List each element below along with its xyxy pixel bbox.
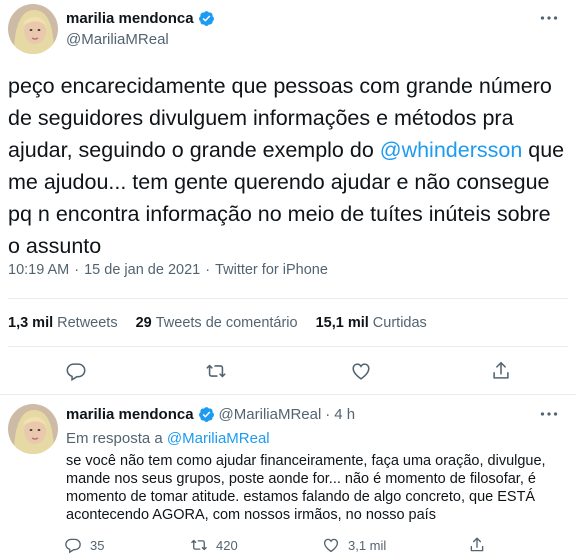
like-button[interactable] bbox=[350, 360, 372, 382]
main-tweet: marilia mendonca @MariliaMReal peço enca… bbox=[0, 0, 576, 392]
reply-avatar[interactable] bbox=[8, 404, 58, 454]
tweet-source[interactable]: Twitter for iPhone bbox=[215, 262, 328, 278]
reply-button[interactable] bbox=[65, 360, 87, 382]
tweet-stats: 1,3 mil Retweets 29 Tweets de comentário 1… bbox=[8, 315, 427, 331]
retweet-icon bbox=[206, 364, 226, 378]
divider bbox=[8, 298, 568, 299]
display-name[interactable]: marilia mendonca bbox=[66, 10, 194, 27]
stat-quote-tweets[interactable]: 29 Tweets de comentário bbox=[136, 315, 298, 331]
reply-actions: 35 420 3,1 mil bbox=[0, 536, 576, 558]
verified-badge-icon bbox=[198, 11, 214, 26]
stat-retweets-label: Retweets bbox=[57, 315, 118, 331]
reply-icon bbox=[66, 363, 86, 382]
avatar[interactable] bbox=[8, 4, 58, 54]
stat-quote-tweets-label: Tweets de comentário bbox=[155, 315, 298, 331]
reply-context: Em resposta a @MariliaMReal bbox=[66, 430, 270, 447]
stat-retweets-count: 1,3 mil bbox=[8, 315, 54, 331]
avatar-image bbox=[8, 4, 58, 54]
stat-retweets[interactable]: 1,3 mil Retweets bbox=[8, 315, 118, 331]
reply-display-name[interactable]: marilia mendonca bbox=[66, 406, 194, 423]
share-button[interactable] bbox=[490, 360, 512, 382]
more-options-button[interactable] bbox=[538, 404, 560, 424]
meta-separator: · bbox=[205, 262, 211, 278]
tweet-time[interactable]: 10:19 AM bbox=[8, 262, 69, 278]
reply-to-prefix: Em resposta a bbox=[66, 430, 167, 447]
more-options-icon bbox=[540, 412, 558, 416]
reply-retweet-button[interactable]: 420 bbox=[190, 536, 238, 554]
retweet-count: 420 bbox=[216, 537, 238, 553]
tweet-text: peço encarecidamente que pessoas com gra… bbox=[8, 70, 568, 262]
reply-age[interactable]: 4 h bbox=[334, 406, 355, 423]
reply-to-handle[interactable]: @MariliaMReal bbox=[167, 430, 270, 447]
reply-text: se você não tem como ajudar financeirame… bbox=[66, 453, 546, 523]
more-options-icon bbox=[540, 16, 558, 20]
reply-reply-button[interactable]: 35 bbox=[64, 536, 104, 554]
tweet-date[interactable]: 15 de jan de 2021 bbox=[84, 262, 200, 278]
more-options-button[interactable] bbox=[538, 8, 560, 28]
tweet-meta: 10:19 AM · 15 de jan de 2021 · Twitter f… bbox=[8, 262, 328, 278]
divider bbox=[8, 346, 568, 347]
avatar-image bbox=[8, 404, 58, 454]
meta-separator: · bbox=[74, 262, 80, 278]
stat-likes-label: Curtidas bbox=[372, 315, 427, 331]
heart-icon bbox=[323, 538, 339, 553]
stat-quote-tweets-count: 29 bbox=[135, 315, 152, 331]
retweet-button[interactable] bbox=[205, 360, 227, 382]
reply-separator: · bbox=[325, 406, 331, 423]
divider bbox=[0, 394, 576, 395]
reply-header: marilia mendonca @MariliaMReal · 4 h bbox=[66, 406, 355, 423]
reply-like-button[interactable]: 3,1 mil bbox=[322, 536, 386, 554]
reply-count: 35 bbox=[90, 537, 105, 553]
verified-badge-icon bbox=[198, 407, 214, 422]
share-icon bbox=[470, 537, 484, 552]
retweet-icon bbox=[191, 539, 207, 551]
reply-handle[interactable]: @MariliaMReal bbox=[219, 406, 322, 423]
like-count: 3,1 mil bbox=[348, 537, 387, 553]
tweet-actions bbox=[0, 360, 576, 390]
mention-link[interactable]: @whindersson bbox=[380, 138, 523, 162]
stat-likes[interactable]: 15,1 mil Curtidas bbox=[316, 315, 427, 331]
handle[interactable]: @MariliaMReal bbox=[66, 31, 169, 48]
reply-icon bbox=[65, 538, 81, 554]
stat-likes-count: 15,1 mil bbox=[315, 315, 369, 331]
share-icon bbox=[493, 361, 509, 379]
heart-icon bbox=[352, 363, 370, 380]
reply-share-button[interactable] bbox=[468, 536, 486, 554]
